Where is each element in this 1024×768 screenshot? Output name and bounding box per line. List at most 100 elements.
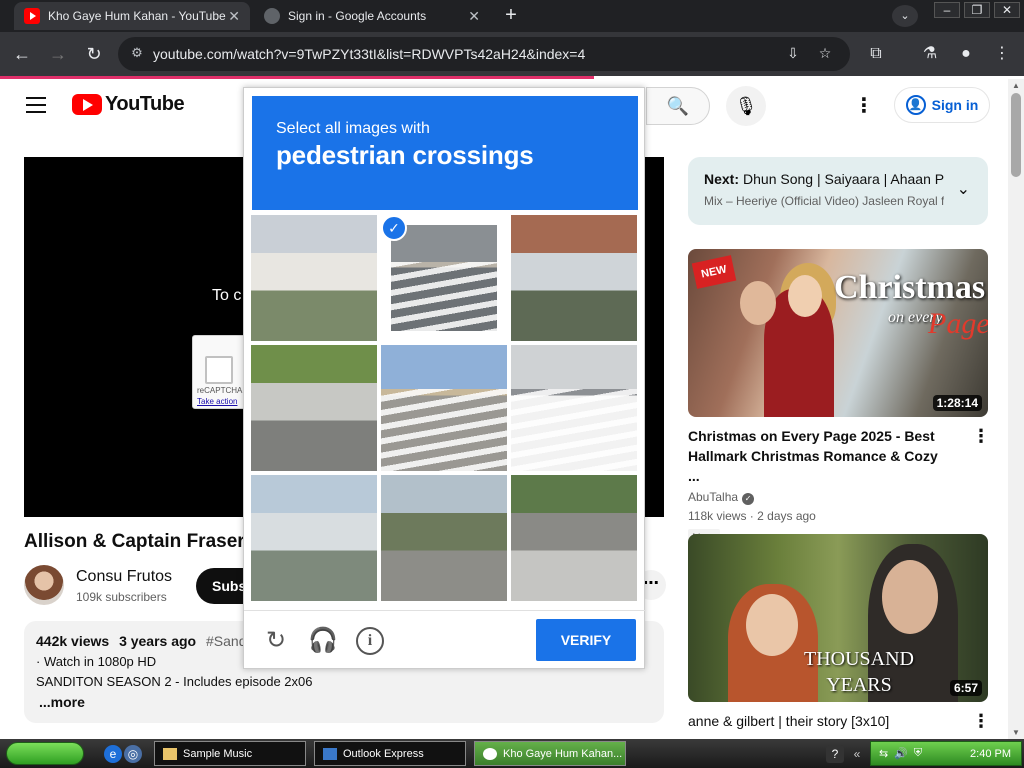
captcha-tile-image (251, 215, 377, 341)
speaker-icon[interactable]: 🔊 (894, 747, 908, 760)
recommended-channel[interactable]: AbuTalha (688, 490, 738, 504)
restore-button[interactable]: ❐ (964, 2, 990, 18)
labs-flask-icon[interactable]: ⚗ (918, 42, 942, 66)
recommended-video-title[interactable]: anne & gilbert | their story [3x10] (688, 711, 952, 731)
captcha-tile-image (251, 345, 377, 471)
recaptcha-footer: ↻ 🎧 i VERIFY (244, 610, 646, 670)
outlook-express-icon (323, 747, 337, 760)
next-subtitle: Mix – Heeriye (Official Video) Jasleen R… (704, 194, 944, 208)
video-title: Allison & Captain Fraser (24, 531, 245, 552)
minimize-button[interactable]: – (934, 2, 960, 18)
captcha-tile-bus-stop[interactable] (381, 475, 507, 601)
scroll-up-icon[interactable]: ▲ (1010, 81, 1022, 90)
captcha-tile-image (381, 345, 507, 471)
tab-google-sign-in[interactable]: Sign in - Google Accounts ✕ (254, 2, 490, 30)
captcha-tile-narrow-street[interactable] (251, 475, 377, 601)
thumbnail-figure (746, 594, 798, 656)
close-tab-icon[interactable]: ✕ (468, 8, 480, 25)
video-duration: 6:57 (949, 680, 982, 696)
reload-challenge-icon[interactable]: ↻ (262, 627, 290, 655)
search-icon: 🔍 (666, 96, 690, 116)
page-scrollbar[interactable]: ▲ ▼ (1008, 79, 1024, 739)
taskbar-item[interactable]: Sample Music (154, 741, 306, 766)
bookmark-star-icon[interactable]: ☆ (816, 45, 834, 63)
thumbnail-figure (740, 281, 776, 325)
new-badge: NEW (691, 255, 737, 289)
scroll-down-icon[interactable]: ▼ (1010, 728, 1022, 737)
internet-explorer-icon[interactable]: e (104, 745, 122, 763)
sign-in-button[interactable]: 👤 Sign in (894, 87, 990, 123)
captcha-tile-motorbikes-road[interactable] (511, 475, 637, 601)
youtube-logo[interactable]: YouTube (72, 93, 185, 116)
browser-tab-strip: Kho Gaye Hum Kahan - YouTube ✕ Sign in -… (0, 0, 1024, 32)
recommended-video[interactable]: anne & gilbert | their story [3x10] ⋮ (688, 711, 990, 732)
hamburger-menu-icon[interactable] (26, 97, 46, 113)
recommended-meta: 118k views · 2 days ago (688, 509, 816, 523)
recaptcha-checkbox[interactable] (205, 356, 233, 384)
video-thumbnail[interactable]: NEW Christmas on every Page 1:28:14 (688, 249, 988, 417)
clock[interactable]: 2:40 PM (970, 748, 1011, 760)
voice-search-button[interactable]: 🎙 (726, 86, 766, 126)
verify-button[interactable]: VERIFY (536, 619, 636, 661)
url-text[interactable]: youtube.com/watch?v=9TwPZYt33tI&list=RDW… (153, 46, 585, 62)
captcha-tile-street-buildings[interactable] (251, 215, 377, 341)
tab-search-button[interactable]: ⌄ (892, 5, 918, 27)
recaptcha-image-grid: ✓ (251, 215, 639, 603)
video-menu-icon[interactable]: ⋮ (972, 711, 990, 732)
channel-subscriber-count: 109k subscribers (76, 590, 167, 604)
channel-name[interactable]: Consu Frutos (76, 568, 172, 586)
help-icon[interactable]: ? (826, 745, 844, 763)
captcha-tile-city-traffic[interactable] (511, 215, 637, 341)
verified-check-icon: ✓ (742, 493, 755, 505)
back-icon[interactable]: ← (10, 42, 34, 66)
captcha-tile-crosswalk-road[interactable]: ✓ (381, 215, 507, 341)
player-message: To c (212, 287, 242, 304)
collapse-tray-icon[interactable]: « (848, 745, 866, 763)
new-tab-button[interactable]: + (498, 4, 524, 28)
quick-launch-icon[interactable]: ◎ (124, 745, 142, 763)
thumbnail-figure (882, 560, 938, 634)
captcha-tile-image (391, 225, 497, 331)
video-thumbnail[interactable]: THOUSAND YEARS 6:57 (688, 534, 988, 702)
network-icon[interactable]: ⇆ (879, 747, 888, 760)
taskbar-item-label: Kho Gaye Hum Kahan... (503, 747, 623, 760)
chrome-menu-icon[interactable]: ⋮ (990, 42, 1014, 66)
site-info-icon[interactable]: ⚙ (128, 45, 146, 63)
install-app-icon[interactable]: ⇩ (784, 45, 802, 63)
address-bar[interactable]: ⚙ youtube.com/watch?v=9TwPZYt33tI&list=R… (118, 37, 850, 71)
forward-icon[interactable]: → (46, 42, 70, 66)
audio-challenge-icon[interactable]: 🎧 (308, 627, 338, 655)
start-button[interactable] (6, 742, 84, 765)
playlist-next-card[interactable]: Next:Dhun Song | Saiyaara | Ahaan Panday… (688, 157, 988, 225)
show-more-link[interactable]: ...more (36, 694, 652, 710)
recommended-video[interactable]: Christmas on Every Page 2025 - Best Hall… (688, 426, 990, 547)
taskbar-item[interactable]: Outlook Express (314, 741, 466, 766)
tab-title: Kho Gaye Hum Kahan - YouTube (48, 9, 226, 23)
close-window-button[interactable]: ✕ (994, 2, 1020, 18)
recaptcha-take-action-link[interactable]: Take action (197, 397, 237, 406)
tab-youtube[interactable]: Kho Gaye Hum Kahan - YouTube ✕ (14, 2, 250, 30)
security-icon[interactable]: ⛨ (914, 747, 922, 760)
channel-avatar[interactable] (24, 565, 64, 605)
captcha-tile-intersection-trees[interactable] (251, 345, 377, 471)
search-button[interactable]: 🔍 (646, 87, 710, 125)
captcha-tile-crosswalk-paint[interactable] (381, 345, 507, 471)
info-icon[interactable]: i (356, 627, 384, 655)
description-line: SANDITON SEASON 2 - Includes episode 2x0… (36, 674, 313, 689)
captcha-tile-zebra-crossing[interactable] (511, 345, 637, 471)
extensions-icon[interactable]: ⧉ (864, 42, 888, 66)
sign-in-label: Sign in (931, 97, 979, 113)
profile-icon[interactable]: ● (954, 42, 978, 66)
instruction-small: Select all images with (276, 120, 430, 137)
recommended-video-title[interactable]: Christmas on Every Page 2025 - Best Hall… (688, 426, 952, 486)
scrollbar-thumb[interactable] (1011, 93, 1021, 177)
next-title: Dhun Song | Saiyaara | Ahaan Panday, Ane… (743, 171, 944, 187)
video-duration: 1:28:14 (932, 395, 982, 411)
video-menu-icon[interactable]: ⋮ (972, 426, 990, 447)
close-tab-icon[interactable]: ✕ (228, 8, 240, 25)
reload-icon[interactable]: ↻ (82, 42, 106, 66)
taskbar-item[interactable]: Kho Gaye Hum Kahan... (474, 741, 626, 766)
settings-more-icon[interactable]: ⋮ (852, 93, 876, 117)
chevron-down-icon[interactable]: ⌄ (957, 179, 970, 199)
taskbar-item-label: Sample Music (183, 747, 253, 760)
